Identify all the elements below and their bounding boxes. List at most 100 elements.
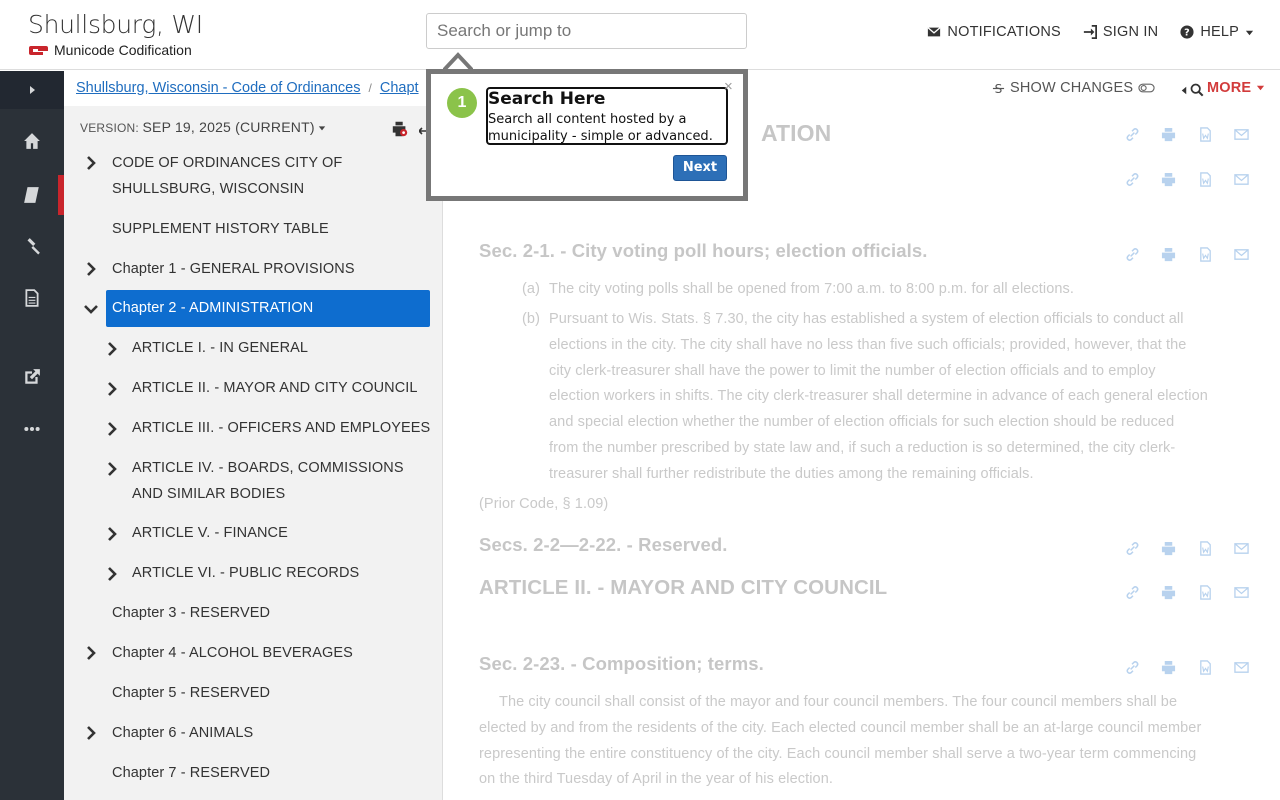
sign-in-link[interactable]: SIGN IN xyxy=(1083,24,1158,40)
more-label: MORE xyxy=(1207,80,1252,96)
chevron-right-icon[interactable] xyxy=(105,422,119,436)
expand-rail-button[interactable] xyxy=(0,71,64,109)
email-icon[interactable] xyxy=(1234,247,1249,262)
section-title-2-23: Sec. 2-23. - Composition; terms. xyxy=(479,653,764,674)
home-button[interactable] xyxy=(0,121,64,161)
breadcrumb-current-link[interactable]: Chapt xyxy=(380,80,419,96)
toc-item-chapter-7[interactable]: Chapter 7 - RESERVED xyxy=(112,760,270,786)
email-icon[interactable] xyxy=(1234,172,1249,187)
link-icon[interactable] xyxy=(1125,541,1140,556)
toc-item-code-of-ordinances[interactable]: CODE OF ORDINANCES CITY OF SHULLSBURG, W… xyxy=(112,150,342,202)
chevron-right-icon[interactable] xyxy=(105,462,119,476)
search-input[interactable]: Search or jump to xyxy=(426,13,747,49)
email-icon[interactable] xyxy=(1234,660,1249,675)
print-icon[interactable] xyxy=(1161,585,1176,600)
print-icon[interactable] xyxy=(1161,127,1176,142)
breadcrumb-separator: / xyxy=(368,81,372,95)
body-line: The city council shall consist of the ma… xyxy=(499,694,1178,710)
section-actions xyxy=(1125,541,1249,557)
email-icon[interactable] xyxy=(1234,127,1249,142)
brand[interactable]: Municode Codification xyxy=(29,42,192,58)
version-selector[interactable]: VERSION: SEP 19, 2025 (CURRENT) xyxy=(80,119,326,135)
app-header: Shullsburg, WI Municode Codification Sea… xyxy=(0,0,1280,70)
codes-button[interactable] xyxy=(0,175,64,215)
toc-item-chapter-2[interactable]: Chapter 2 - ADMINISTRATION xyxy=(112,295,313,321)
document-content: ATION Sec. 2-1. - City voting poll hours… xyxy=(443,106,1280,800)
article-actions xyxy=(1125,585,1249,601)
toc-item-chapter-6[interactable]: Chapter 6 - ANIMALS xyxy=(112,720,253,746)
toc-item-article-4[interactable]: ARTICLE IV. - BOARDS, COMMISSIONS AND SI… xyxy=(132,455,404,507)
toc-item-article-2[interactable]: ARTICLE II. - MAYOR AND CITY COUNCIL xyxy=(132,375,418,401)
print-icon[interactable] xyxy=(1161,247,1176,262)
link-icon[interactable] xyxy=(1125,172,1140,187)
more-menu[interactable]: MORE xyxy=(1207,80,1265,96)
caret-down-icon xyxy=(319,126,326,131)
toc-item-chapter-5[interactable]: Chapter 5 - RESERVED xyxy=(112,680,270,706)
documents-button[interactable] xyxy=(0,278,64,318)
email-icon[interactable] xyxy=(1234,541,1249,556)
link-icon[interactable] xyxy=(1125,247,1140,262)
toc-item-supplement-history[interactable]: SUPPLEMENT HISTORY TABLE xyxy=(112,216,329,242)
help-label: HELP xyxy=(1200,24,1239,40)
print-settings-icon[interactable] xyxy=(391,120,409,138)
toc-item-article-1[interactable]: ARTICLE I. - IN GENERAL xyxy=(132,335,308,361)
notifications-link[interactable]: NOTIFICATIONS xyxy=(927,24,1061,40)
toc-item-label-line1: CODE OF ORDINANCES CITY OF xyxy=(112,155,343,171)
tour-step-badge: 1 xyxy=(447,88,477,118)
word-doc-icon[interactable] xyxy=(1198,127,1213,142)
print-icon[interactable] xyxy=(1161,172,1176,187)
clause-label: (b) xyxy=(522,311,541,327)
section-title-reserved: Secs. 2-2—2-22. - Reserved. xyxy=(479,534,728,555)
sign-in-icon xyxy=(1083,25,1097,39)
toc-item-article-5[interactable]: ARTICLE V. - FINANCE xyxy=(132,520,288,546)
toc-item-chapter-4[interactable]: Chapter 4 - ALCOHOL BEVERAGES xyxy=(112,640,353,666)
link-icon[interactable] xyxy=(1125,127,1140,142)
link-icon[interactable] xyxy=(1125,660,1140,675)
toc-item-chapter-3[interactable]: Chapter 3 - RESERVED xyxy=(112,600,270,626)
breadcrumb-root-link[interactable]: Shullsburg, Wisconsin - Code of Ordinanc… xyxy=(76,80,361,96)
toc-item-article-6[interactable]: ARTICLE VI. - PUBLIC RECORDS xyxy=(132,560,359,586)
print-icon[interactable] xyxy=(1161,660,1176,675)
word-doc-icon[interactable] xyxy=(1198,660,1213,675)
word-doc-icon[interactable] xyxy=(1198,585,1213,600)
chevron-right-icon[interactable] xyxy=(105,342,119,356)
body-line: representing the entire constituency of … xyxy=(479,745,1197,762)
toggle-icon xyxy=(1138,83,1155,93)
toc-item-chapter-1[interactable]: Chapter 1 - GENERAL PROVISIONS xyxy=(112,256,355,282)
chevron-right-icon[interactable] xyxy=(84,262,98,276)
municode-logo-icon xyxy=(29,45,48,56)
link-icon[interactable] xyxy=(1125,585,1140,600)
site-title[interactable]: Shullsburg, WI xyxy=(28,10,203,39)
help-menu[interactable]: ? HELP xyxy=(1180,24,1254,40)
search-document-toggle[interactable] xyxy=(1181,83,1204,97)
chevron-right-icon[interactable] xyxy=(84,726,98,740)
gavel-icon xyxy=(27,238,40,255)
print-icon[interactable] xyxy=(1161,541,1176,556)
search-icon xyxy=(1191,83,1204,97)
more-tools-button[interactable] xyxy=(0,409,64,449)
chevron-right-icon[interactable] xyxy=(105,382,119,396)
body-line: on the third Tuesday of April in the yea… xyxy=(479,771,834,788)
close-icon[interactable]: × xyxy=(724,78,733,95)
toc-item-article-3[interactable]: ARTICLE III. - OFFICERS AND EMPLOYEES xyxy=(132,415,430,441)
book-icon xyxy=(24,187,39,203)
home-icon xyxy=(24,133,40,149)
ordinances-button[interactable] xyxy=(0,226,64,266)
clause-text: Pursuant to Wis. Stats. § 7.30, the city… xyxy=(549,307,1249,488)
tour-content: Search Here Search all content hosted by… xyxy=(486,87,728,145)
chevron-right-icon[interactable] xyxy=(105,567,119,581)
word-doc-icon[interactable] xyxy=(1198,172,1213,187)
email-icon[interactable] xyxy=(1234,585,1249,600)
show-changes-toggle[interactable]: S SHOW CHANGES xyxy=(992,80,1155,96)
external-link-button[interactable] xyxy=(0,357,64,397)
word-doc-icon[interactable] xyxy=(1198,247,1213,262)
tour-next-button[interactable]: Next xyxy=(673,155,727,181)
chevron-right-icon[interactable] xyxy=(84,156,98,170)
svg-text:?: ? xyxy=(1184,28,1190,39)
toc-tools xyxy=(391,118,433,140)
chevron-right-icon[interactable] xyxy=(105,527,119,541)
chevron-right-icon[interactable] xyxy=(84,646,98,660)
word-doc-icon[interactable] xyxy=(1198,541,1213,556)
chevron-down-icon[interactable] xyxy=(84,302,98,316)
clause-line: and special election whether the number … xyxy=(549,414,1175,431)
